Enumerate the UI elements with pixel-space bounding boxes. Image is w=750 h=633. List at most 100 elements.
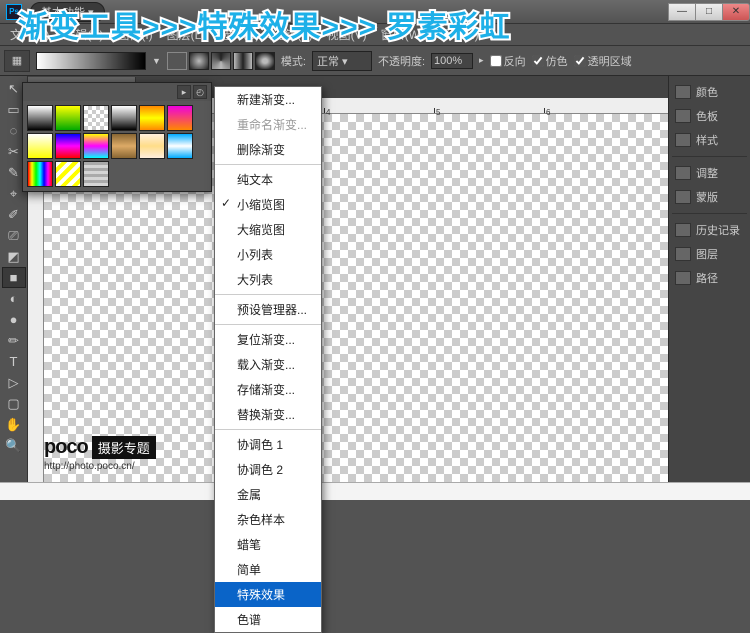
gradient-swatch[interactable] — [27, 133, 53, 159]
flyout-item[interactable]: 删除渐变 — [215, 137, 321, 162]
opacity-slider-icon[interactable]: ▸ — [479, 55, 484, 66]
flyout-item[interactable]: 预设管理器... — [215, 297, 321, 322]
gradient-swatch[interactable] — [167, 105, 193, 131]
tool-7[interactable]: ⎚ — [2, 225, 26, 246]
flyout-item[interactable]: 金属 — [215, 482, 321, 507]
tool-12[interactable]: ✏ — [2, 330, 26, 351]
panel-图层[interactable]: 图层 — [669, 242, 750, 266]
gradient-tool-icon: ▦ — [4, 50, 30, 72]
gradient-flyout-menu: 新建渐变...重命名渐变...删除渐变纯文本小缩览图大缩览图小列表大列表预设管理… — [214, 86, 322, 633]
dither-checkbox[interactable]: 仿色 — [532, 53, 568, 69]
gradient-swatch[interactable] — [83, 133, 109, 159]
watermark-url: http://photo.poco.cn/ — [44, 461, 156, 472]
statusbar — [0, 482, 750, 500]
gradient-preview[interactable] — [36, 52, 146, 70]
flyout-item[interactable]: 载入渐变... — [215, 352, 321, 377]
gradient-swatch[interactable] — [83, 105, 109, 131]
options-bar: ▦ ▼ 模式: 正常 ▾ 不透明度: 100% ▸ 反向 仿色 透明区域 — [0, 46, 750, 76]
tool-17[interactable]: 🔍 — [2, 435, 26, 456]
gradient-type-group — [167, 52, 275, 70]
close-button[interactable]: ✕ — [722, 3, 750, 21]
flyout-item[interactable]: 协调色 2 — [215, 457, 321, 482]
flyout-item[interactable]: 蜡笔 — [215, 532, 321, 557]
transparency-checkbox[interactable]: 透明区域 — [574, 53, 632, 69]
tool-10[interactable]: ◐ — [2, 288, 26, 309]
flyout-item[interactable]: 小缩览图 — [215, 192, 321, 217]
watermark: poco 摄影专题 http://photo.poco.cn/ — [44, 436, 156, 472]
flyout-item[interactable]: 复位渐变... — [215, 327, 321, 352]
flyout-item[interactable]: 重命名渐变... — [215, 112, 321, 137]
panel-icon — [675, 247, 691, 261]
flyout-item[interactable]: 小列表 — [215, 242, 321, 267]
flyout-item[interactable]: 特殊效果 — [215, 582, 321, 607]
gradient-swatch[interactable] — [55, 161, 81, 187]
panel-路径[interactable]: 路径 — [669, 266, 750, 290]
gradient-dropdown-icon[interactable]: ▼ — [152, 56, 161, 66]
gradient-swatch-grid — [23, 101, 211, 191]
flyout-item[interactable]: 简单 — [215, 557, 321, 582]
panel-icon — [675, 223, 691, 237]
reverse-checkbox[interactable]: 反向 — [490, 53, 526, 69]
panel-icon — [675, 190, 691, 204]
panel-dock: 颜色色板样式调整蒙版历史记录图层路径 — [668, 76, 750, 482]
gradient-picker-popup: ▸ ◴ — [22, 82, 212, 192]
popup-settings-icon[interactable]: ◴ — [193, 85, 207, 99]
gradient-swatch[interactable] — [139, 133, 165, 159]
panel-颜色[interactable]: 颜色 — [669, 80, 750, 104]
tool-8[interactable]: ◩ — [2, 246, 26, 267]
flyout-item[interactable]: 存储渐变... — [215, 377, 321, 402]
opacity-input[interactable]: 100% — [431, 53, 473, 69]
panel-icon — [675, 85, 691, 99]
maximize-button[interactable]: □ — [695, 3, 723, 21]
panel-label: 样式 — [696, 132, 718, 148]
panel-icon — [675, 133, 691, 147]
tool-9[interactable]: ■ — [2, 267, 26, 288]
panel-icon — [675, 166, 691, 180]
flyout-item[interactable]: 杂色样本 — [215, 507, 321, 532]
flyout-item[interactable]: 新建渐变... — [215, 87, 321, 112]
panel-label: 蒙版 — [696, 189, 718, 205]
watermark-box: 摄影专题 — [92, 436, 156, 459]
flyout-item[interactable]: 替换渐变... — [215, 402, 321, 427]
gradient-swatch[interactable] — [55, 105, 81, 131]
panel-蒙版[interactable]: 蒙版 — [669, 185, 750, 209]
panel-label: 路径 — [696, 270, 718, 286]
tool-13[interactable]: T — [2, 351, 26, 372]
gradient-swatch[interactable] — [111, 105, 137, 131]
panel-调整[interactable]: 调整 — [669, 161, 750, 185]
gradient-linear-icon[interactable] — [167, 52, 187, 70]
panel-icon — [675, 109, 691, 123]
minimize-button[interactable]: — — [668, 3, 696, 21]
tool-6[interactable]: ✐ — [2, 204, 26, 225]
panel-样式[interactable]: 样式 — [669, 128, 750, 152]
flyout-item[interactable]: 协调色 1 — [215, 432, 321, 457]
tool-14[interactable]: ▷ — [2, 372, 26, 393]
mode-label: 模式: — [281, 53, 306, 69]
gradient-reflected-icon[interactable] — [233, 52, 253, 70]
panel-label: 图层 — [696, 246, 718, 262]
flyout-item[interactable]: 纯文本 — [215, 167, 321, 192]
gradient-swatch[interactable] — [83, 161, 109, 187]
panel-色板[interactable]: 色板 — [669, 104, 750, 128]
flyout-item[interactable]: 大缩览图 — [215, 217, 321, 242]
gradient-swatch[interactable] — [27, 161, 53, 187]
gradient-swatch[interactable] — [139, 105, 165, 131]
flyout-item[interactable]: 大列表 — [215, 267, 321, 292]
gradient-swatch[interactable] — [55, 133, 81, 159]
flyout-item[interactable]: 色谱 — [215, 607, 321, 632]
gradient-angle-icon[interactable] — [211, 52, 231, 70]
gradient-swatch[interactable] — [167, 133, 193, 159]
gradient-swatch[interactable] — [27, 105, 53, 131]
tool-15[interactable]: ▢ — [2, 393, 26, 414]
window-controls: — □ ✕ — [669, 3, 750, 21]
mode-select[interactable]: 正常 ▾ — [312, 51, 372, 71]
tutorial-overlay-text: 渐变工具>>>特殊效果>>> 罗素彩虹 — [18, 2, 510, 46]
tool-16[interactable]: ✋ — [2, 414, 26, 435]
gradient-swatch[interactable] — [111, 133, 137, 159]
tool-11[interactable]: ● — [2, 309, 26, 330]
panel-label: 历史记录 — [696, 222, 740, 238]
panel-历史记录[interactable]: 历史记录 — [669, 218, 750, 242]
gradient-radial-icon[interactable] — [189, 52, 209, 70]
gradient-diamond-icon[interactable] — [255, 52, 275, 70]
popup-flyout-icon[interactable]: ▸ — [177, 85, 191, 99]
